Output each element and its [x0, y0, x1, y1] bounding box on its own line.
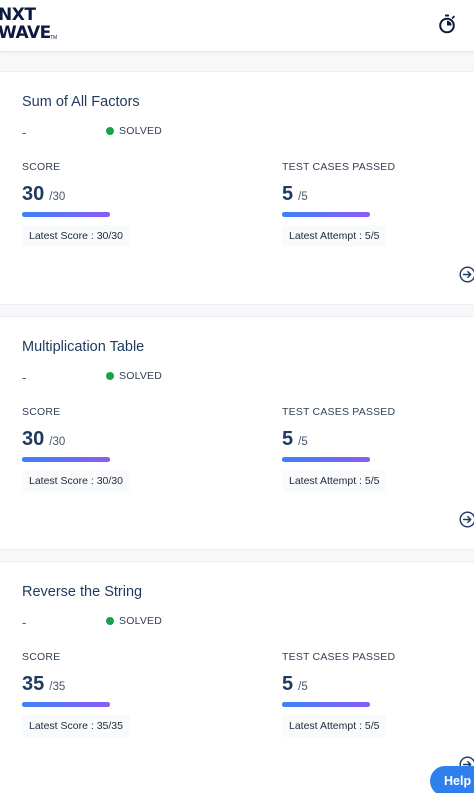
- test-cases-progress-fill: [282, 212, 370, 217]
- score-label: SCORE: [22, 406, 61, 418]
- score-total: /35: [49, 681, 66, 693]
- problem-title: Sum of All Factors: [22, 94, 140, 110]
- status-text: SOLVED: [119, 125, 163, 137]
- problem-title: Reverse the String: [22, 584, 143, 600]
- logo-trademark: TM: [50, 35, 58, 41]
- score-number: 30: [22, 183, 45, 205]
- score-value: 35 /35: [22, 673, 65, 696]
- test-cases-progress-bar: [282, 212, 370, 217]
- page: NXT WAVE TM Sum of All Factors - SOLVED …: [0, 0, 474, 793]
- test-cases-label: TEST CASES PASSED: [282, 161, 396, 173]
- help-button[interactable]: Help: [430, 766, 474, 793]
- score-number: 30: [22, 428, 45, 450]
- test-cases-total: /5: [298, 436, 308, 448]
- score-label: SCORE: [22, 161, 61, 173]
- logo-line-1: NXT: [0, 5, 36, 25]
- score-total: /30: [49, 191, 66, 203]
- status-badge: SOLVED: [106, 370, 162, 382]
- test-cases-number: 5: [282, 183, 294, 205]
- score-label: SCORE: [22, 651, 61, 663]
- solved-dot-icon: [106, 372, 114, 380]
- score-number: 35: [22, 673, 45, 695]
- logo-line-2: WAVE: [0, 23, 51, 43]
- score-value: 30 /30: [22, 183, 65, 206]
- status-text: SOLVED: [119, 370, 163, 382]
- solved-dot-icon: [106, 127, 114, 135]
- difficulty-value: -: [22, 615, 27, 630]
- test-cases-number: 5: [282, 428, 294, 450]
- score-progress-fill: [22, 702, 110, 707]
- score-progress-fill: [22, 457, 110, 462]
- latest-attempt: Latest Attempt : 5/5: [282, 470, 387, 492]
- status-badge: SOLVED: [106, 615, 162, 627]
- latest-score: Latest Score : 30/30: [22, 225, 130, 247]
- test-cases-value: 5 /5: [282, 428, 308, 451]
- stopwatch-icon[interactable]: [438, 14, 456, 34]
- difficulty-value: -: [22, 370, 27, 385]
- problem-card: Multiplication Table - SOLVED SCORE TEST…: [0, 316, 474, 550]
- app-header: NXT WAVE TM: [0, 0, 474, 52]
- latest-attempt: Latest Attempt : 5/5: [282, 225, 387, 247]
- difficulty-value: -: [22, 125, 27, 140]
- test-cases-total: /5: [298, 681, 308, 693]
- problem-card: Sum of All Factors - SOLVED SCORE TEST C…: [0, 71, 474, 305]
- test-cases-progress-bar: [282, 702, 370, 707]
- score-total: /30: [49, 436, 66, 448]
- test-cases-progress-bar: [282, 457, 370, 462]
- test-cases-progress-fill: [282, 702, 370, 707]
- score-progress-bar: [22, 702, 110, 707]
- arrow-right-circle-icon[interactable]: [459, 511, 474, 528]
- problem-title: Multiplication Table: [22, 339, 145, 355]
- nxtwave-logo[interactable]: NXT WAVE TM: [0, 5, 68, 43]
- latest-score: Latest Score : 35/35: [22, 715, 130, 737]
- test-cases-number: 5: [282, 673, 294, 695]
- arrow-right-circle-icon[interactable]: [459, 266, 474, 283]
- score-value: 30 /30: [22, 428, 65, 451]
- status-badge: SOLVED: [106, 125, 162, 137]
- score-progress-fill: [22, 212, 110, 217]
- latest-score: Latest Score : 30/30: [22, 470, 130, 492]
- solved-dot-icon: [106, 617, 114, 625]
- test-cases-label: TEST CASES PASSED: [282, 651, 396, 663]
- score-progress-bar: [22, 457, 110, 462]
- test-cases-label: TEST CASES PASSED: [282, 406, 396, 418]
- test-cases-total: /5: [298, 191, 308, 203]
- problem-card: Reverse the String - SOLVED SCORE TEST C…: [0, 561, 474, 793]
- test-cases-value: 5 /5: [282, 673, 308, 696]
- latest-attempt: Latest Attempt : 5/5: [282, 715, 387, 737]
- test-cases-value: 5 /5: [282, 183, 308, 206]
- status-text: SOLVED: [119, 615, 163, 627]
- score-progress-bar: [22, 212, 110, 217]
- test-cases-progress-fill: [282, 457, 370, 462]
